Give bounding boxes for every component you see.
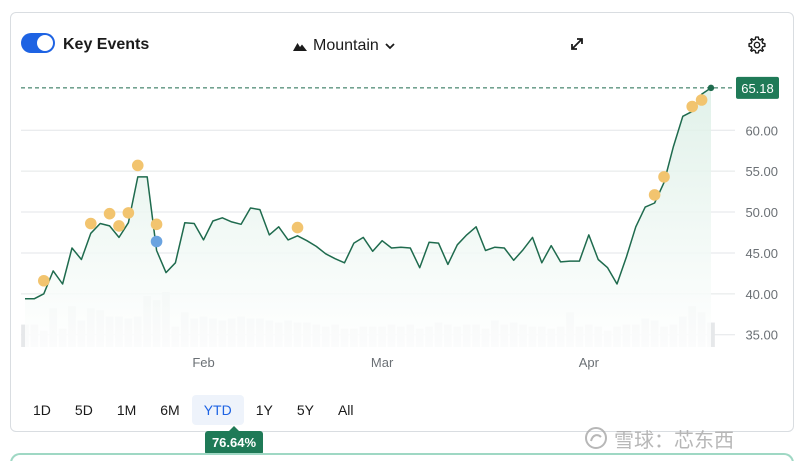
key-event-marker[interactable] [84,217,97,230]
period-1m[interactable]: 1M [105,395,148,425]
next-card-edge [10,453,794,461]
chart-card: Key Events Mountain 35.00 40.00 45.00 50.00… [10,12,794,432]
key-event-marker[interactable] [113,220,125,232]
watermark: 雪球：芯东西 [584,424,734,452]
key-event-marker[interactable] [648,189,661,201]
period-5d[interactable]: 5D [63,395,105,425]
period-all[interactable]: All [326,395,366,425]
y-tick-label: 35.00 [745,328,778,343]
period-1y[interactable]: 1Y [244,395,285,425]
y-tick-label: 40.00 [745,287,778,302]
key-event-marker[interactable] [695,94,708,106]
y-tick-label: 50.00 [745,205,778,220]
period-1d[interactable]: 1D [21,395,63,425]
y-tick-label: 45.00 [745,246,778,261]
x-tick-label: Mar [371,355,394,370]
key-event-marker[interactable] [291,221,304,234]
key-event-marker[interactable] [122,207,135,219]
y-tick-label: 55.00 [745,164,778,179]
period-ytd[interactable]: YTD [191,395,244,425]
key-event-marker[interactable] [658,171,670,183]
key-event-marker[interactable] [686,100,699,113]
key-event-marker[interactable] [103,207,116,220]
key-event-marker[interactable] [131,159,144,172]
period-6m[interactable]: 6M [148,395,191,425]
current-price-label: 65.18 [741,81,774,96]
y-tick-label: 60.00 [745,123,778,138]
x-tick-label: Feb [192,355,214,370]
key-event-marker[interactable] [150,218,163,231]
key-event-marker[interactable] [37,274,50,287]
snowball-logo-icon [585,427,607,449]
current-price-dot [707,84,715,92]
price-chart[interactable]: 35.00 40.00 45.00 50.00 55.00 60.00 65.18 Feb Ma… [11,13,795,383]
period-selector: 1D 5D 1M 6M YTD 1Y 5Y All [21,395,366,425]
period-5y[interactable]: 5Y [285,395,326,425]
key-event-marker[interactable] [150,235,163,248]
watermark-text: 雪球：芯东西 [614,427,734,452]
period-return-badge: 76.64% [205,426,263,455]
x-tick-label: Apr [579,355,600,370]
